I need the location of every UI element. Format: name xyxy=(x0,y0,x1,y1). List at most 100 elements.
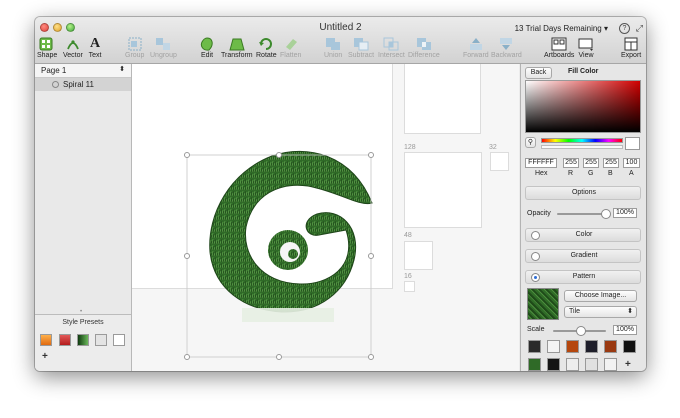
vector-tool[interactable]: Vector xyxy=(63,37,83,59)
spiral-shape[interactable] xyxy=(209,150,373,322)
spiral-layer[interactable] xyxy=(132,64,519,371)
subtract-tool[interactable]: Subtract xyxy=(348,37,374,59)
pattern-tab[interactable]: Pattern xyxy=(525,270,641,284)
pattern-swatch[interactable] xyxy=(604,358,617,371)
opacity-slider[interactable] xyxy=(557,213,605,215)
help-icon[interactable]: ? xyxy=(619,23,630,34)
trial-menu[interactable]: 13 Trial Days Remaining ▾ xyxy=(515,24,608,33)
green-field[interactable]: 255 xyxy=(583,158,599,168)
opacity-field[interactable]: 100% xyxy=(613,208,637,218)
preset-red[interactable] xyxy=(59,334,71,346)
options-header: Options xyxy=(525,186,641,200)
preset-gray[interactable] xyxy=(95,334,107,346)
union-label: Union xyxy=(324,52,343,59)
color-tab[interactable]: Color xyxy=(525,228,641,242)
difference-tool[interactable]: Difference xyxy=(408,37,440,59)
alpha-slider[interactable] xyxy=(541,145,623,149)
pattern-tab-label: Pattern xyxy=(572,273,596,280)
flatten-icon xyxy=(283,37,299,51)
flatten-label: Flatten xyxy=(280,52,302,59)
shape-icon xyxy=(39,37,55,51)
difference-icon xyxy=(416,37,432,51)
back-button[interactable]: Back xyxy=(525,67,552,79)
intersect-tool[interactable]: Intersect xyxy=(378,37,405,59)
view-tool[interactable]: View xyxy=(578,37,594,59)
page-selector[interactable]: Page 1 ⬍ xyxy=(35,64,131,78)
artboards-label: Artboards xyxy=(544,52,575,59)
edit-label: Edit xyxy=(200,52,214,59)
scale-knob[interactable] xyxy=(576,326,586,336)
hex-field[interactable]: FFFFFF xyxy=(525,158,557,168)
pattern-swatch[interactable] xyxy=(566,358,579,371)
color-picker-area[interactable] xyxy=(525,80,641,133)
backward-icon xyxy=(498,37,514,51)
layer-row[interactable]: Spiral 11 xyxy=(35,78,131,91)
layer-visibility-icon[interactable] xyxy=(52,81,59,88)
ungroup-tool[interactable]: Ungroup xyxy=(150,37,177,59)
flatten-tool[interactable]: Flatten xyxy=(280,37,301,59)
artboards-tool[interactable]: Artboards xyxy=(544,37,574,59)
gradient-tab[interactable]: Gradient xyxy=(525,249,641,263)
shape-label: Shape xyxy=(37,52,58,59)
preset-orange[interactable] xyxy=(40,334,52,346)
alpha-field[interactable]: 100 xyxy=(623,158,640,168)
preset-grass[interactable] xyxy=(77,334,89,346)
view-icon xyxy=(578,37,594,51)
pattern-swatch[interactable] xyxy=(604,340,617,353)
difference-label: Difference xyxy=(408,52,440,59)
inspector-panel: Back Fill Color ⚲ FFFFFF 255 255 255 100… xyxy=(520,64,646,371)
subtract-label: Subtract xyxy=(348,52,375,59)
union-tool[interactable]: Union xyxy=(324,37,342,59)
blue-field[interactable]: 255 xyxy=(603,158,619,168)
red-field[interactable]: 255 xyxy=(563,158,579,168)
scale-field[interactable]: 100% xyxy=(613,325,637,335)
pattern-swatch[interactable] xyxy=(528,358,541,371)
ungroup-label: Ungroup xyxy=(150,52,177,59)
pattern-swatch[interactable] xyxy=(566,340,579,353)
fill-mode-select[interactable]: Tile ⬍ xyxy=(564,306,637,318)
app-window: Untitled 2 13 Trial Days Remaining ▾ ? ⤢… xyxy=(35,17,646,371)
pattern-swatch[interactable] xyxy=(547,340,560,353)
pattern-swatch[interactable] xyxy=(623,340,636,353)
choose-image-button[interactable]: Choose Image... xyxy=(564,290,637,302)
transform-tool[interactable]: Transform xyxy=(221,37,253,59)
scale-label: Scale xyxy=(527,326,545,333)
pattern-swatch[interactable] xyxy=(547,358,560,371)
opacity-label: Opacity xyxy=(527,210,551,217)
add-pattern-button[interactable]: + xyxy=(625,359,631,370)
pattern-swatch[interactable] xyxy=(528,340,541,353)
pattern-swatch[interactable] xyxy=(585,358,598,371)
style-presets: Style Presets + xyxy=(35,314,131,371)
updown-icon: ⬍ xyxy=(627,308,633,315)
shape-tool[interactable]: Shape xyxy=(37,37,57,59)
forward-tool[interactable]: Forward xyxy=(463,37,489,59)
group-icon xyxy=(127,37,143,51)
forward-label: Forward xyxy=(463,52,489,59)
group-tool[interactable]: Group xyxy=(125,37,144,59)
hue-slider[interactable] xyxy=(541,138,623,143)
layer-name: Spiral 11 xyxy=(63,80,94,89)
page-name: Page 1 xyxy=(41,66,67,75)
edit-icon xyxy=(199,37,215,51)
rotate-tool[interactable]: Rotate xyxy=(256,37,277,59)
union-icon xyxy=(325,37,341,51)
titlebar: Untitled 2 13 Trial Days Remaining ▾ ? ⤢… xyxy=(35,17,646,64)
pattern-preview[interactable] xyxy=(527,288,559,320)
opacity-knob[interactable] xyxy=(601,209,611,219)
text-tool[interactable]: A Text xyxy=(87,36,103,59)
export-tool[interactable]: Export xyxy=(621,37,641,59)
add-preset-button[interactable]: + xyxy=(42,351,48,362)
backward-tool[interactable]: Backward xyxy=(491,37,522,59)
style-presets-title: Style Presets xyxy=(62,319,104,326)
transform-icon xyxy=(229,37,245,51)
pattern-swatch[interactable] xyxy=(585,340,598,353)
rotate-label: Rotate xyxy=(256,52,277,59)
gradient-tab-label: Gradient xyxy=(570,252,598,259)
preset-white[interactable] xyxy=(113,334,125,346)
color-swatch[interactable] xyxy=(625,137,640,150)
g-label: G xyxy=(588,170,594,177)
edit-tool[interactable]: Edit xyxy=(199,37,215,59)
magnifier-icon[interactable]: ⚲ xyxy=(525,137,536,148)
canvas[interactable]: 128 32 48 16 xyxy=(132,64,519,371)
fullscreen-icon[interactable]: ⤢ xyxy=(636,23,643,34)
